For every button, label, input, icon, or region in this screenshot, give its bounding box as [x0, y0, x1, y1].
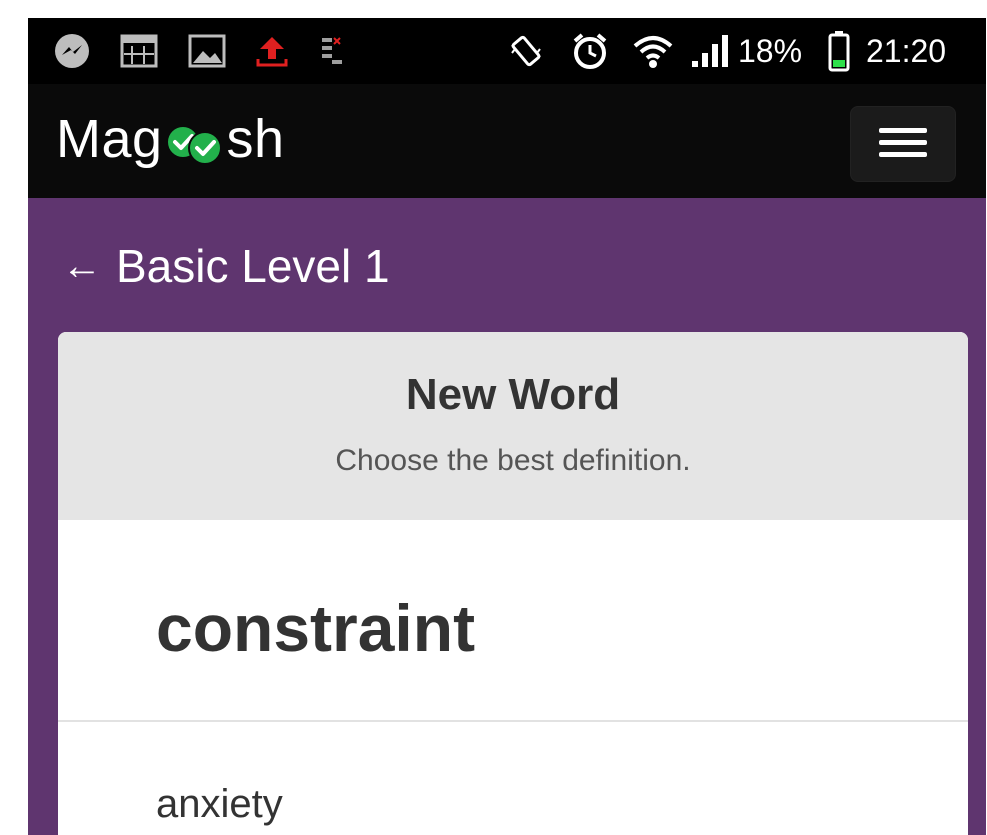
messenger-icon	[52, 18, 92, 84]
level-title: Basic Level 1	[116, 240, 390, 292]
logo-text-left: Mag	[56, 109, 163, 169]
card-title: New Word	[405, 370, 621, 419]
hamburger-icon	[879, 124, 927, 165]
question-card: New Word Choose the best definition. con…	[58, 332, 968, 835]
menu-button[interactable]	[850, 106, 956, 182]
signal-icon	[690, 18, 730, 84]
gallery-icon	[188, 18, 226, 84]
battery-percent: 18%	[738, 32, 803, 69]
clock-time: 21:20	[866, 32, 947, 69]
card-instruction: Choose the best definition.	[335, 444, 691, 477]
app-header: Mag sh	[28, 84, 986, 198]
logo-text-right: sh	[226, 109, 285, 169]
status-bar: 18% 21:20	[28, 18, 986, 84]
alarm-icon	[570, 18, 610, 84]
back-link[interactable]: ← Basic Level 1	[62, 238, 390, 294]
divider	[58, 720, 968, 722]
logo-checkmarks-icon	[163, 117, 227, 165]
back-arrow-icon: ←	[62, 243, 102, 288]
upload-icon	[254, 18, 290, 84]
data-icon	[320, 18, 344, 84]
magoosh-logo[interactable]: Mag sh	[56, 104, 285, 174]
main-content: ← Basic Level 1 New Word Choose the best…	[28, 198, 986, 835]
phone-screen: 18% 21:20 Mag sh ← Basic Level 1 New Wor…	[0, 0, 987, 835]
wifi-icon	[632, 18, 674, 84]
card-header: New Word Choose the best definition.	[58, 332, 968, 520]
answer-option[interactable]: anxiety	[156, 782, 283, 827]
vibrate-icon	[506, 18, 546, 84]
battery-icon	[828, 18, 850, 84]
vocab-word: constraint	[156, 591, 476, 665]
calendar-icon	[120, 18, 158, 84]
